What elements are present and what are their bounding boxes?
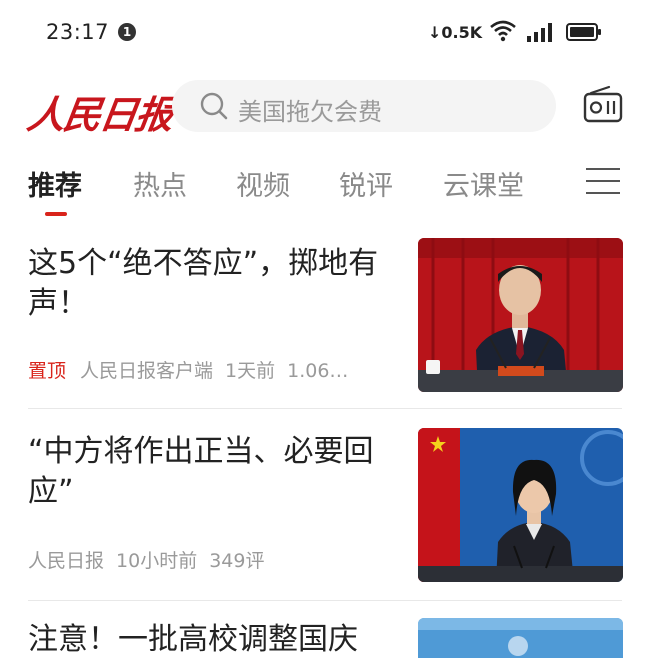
active-tab-indicator — [45, 212, 67, 216]
status-time: 23:17 — [46, 20, 110, 44]
net-speed: ↓0.5K — [428, 23, 482, 42]
news-thumbnail[interactable] — [418, 428, 623, 582]
tab-commentary[interactable]: 锐评 — [339, 164, 393, 203]
news-thumbnail[interactable] — [418, 618, 623, 658]
feed-divider — [28, 600, 622, 601]
search-icon — [200, 92, 228, 120]
news-source: 人民日报客户端 — [80, 360, 214, 382]
channel-menu-icon[interactable] — [586, 168, 620, 196]
net-speed-value: 0.5K — [441, 23, 483, 42]
news-item[interactable]: 这5个“绝不答应”，掷地有声！ 置顶 人民日报客户端 1天前 1.06… — [0, 238, 650, 408]
tab-video[interactable]: 视频 — [236, 164, 290, 203]
news-thumbnail[interactable] — [418, 238, 623, 392]
news-title[interactable]: 这5个“绝不答应”，掷地有声！ — [28, 244, 406, 324]
news-meta: 人民日报 10小时前 349评 — [28, 546, 264, 573]
news-item[interactable]: “中方将作出正当、必要回应” 人民日报 10小时前 349评 — [0, 428, 650, 598]
channel-tabs: 推荐 热点 视频 锐评 云课堂 — [0, 160, 650, 220]
wifi-icon — [490, 20, 516, 42]
tab-cloud-class[interactable]: 云课堂 — [443, 164, 524, 203]
search-bar[interactable]: 美国拖欠会费 — [172, 80, 556, 132]
news-comments: 349评 — [209, 550, 265, 572]
header: 人民日报 美国拖欠会费 — [0, 72, 650, 140]
tab-hot[interactable]: 热点 — [133, 164, 187, 203]
photo-news-image — [418, 618, 623, 658]
signal-icon — [527, 23, 552, 42]
photo-spokesperson-image — [418, 428, 623, 582]
battery-icon — [566, 23, 601, 41]
status-bar: 23:17 1 ↓0.5K — [0, 0, 650, 66]
news-title[interactable]: “中方将作出正当、必要回应” — [28, 432, 406, 512]
news-views: 1.06… — [287, 360, 349, 382]
search-placeholder: 美国拖欠会费 — [238, 98, 382, 126]
tab-recommend[interactable]: 推荐 — [28, 164, 82, 203]
feed-divider — [28, 408, 622, 409]
radio-icon[interactable] — [583, 84, 623, 124]
news-time: 1天前 — [225, 360, 276, 382]
news-title[interactable]: 注意！一批高校调整国庆 — [28, 620, 406, 660]
news-source: 人民日报 — [28, 550, 105, 572]
photo-speaker-image — [418, 238, 623, 392]
notification-badge: 1 — [118, 23, 136, 41]
pinned-label: 置顶 — [28, 360, 67, 382]
news-meta: 置顶 人民日报客户端 1天前 1.06… — [28, 356, 348, 383]
download-arrow-icon: ↓ — [428, 23, 442, 42]
news-time: 10小时前 — [116, 550, 198, 572]
app-logo[interactable]: 人民日报 — [24, 84, 176, 139]
news-item[interactable]: 注意！一批高校调整国庆 — [0, 618, 650, 658]
